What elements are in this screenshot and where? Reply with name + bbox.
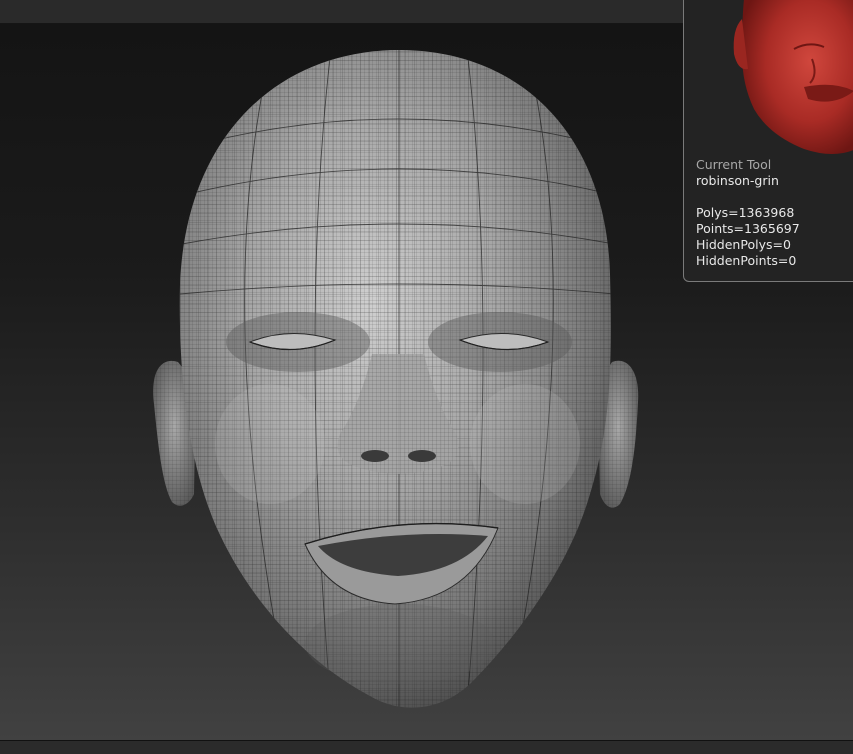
zbrush-canvas-window: Current Tool robinson-grin Polys=1363968… <box>0 0 853 754</box>
tool-thumbnail-image[interactable] <box>684 0 853 157</box>
tool-info-panel: Current Tool robinson-grin Polys=1363968… <box>683 0 853 282</box>
polys-count: Polys=1363968 <box>696 205 795 220</box>
points-count: Points=1365697 <box>696 221 800 236</box>
hidden-points-count: HiddenPoints=0 <box>696 253 797 268</box>
current-tool-heading: Current Tool <box>696 157 772 172</box>
tool-name: robinson-grin <box>696 173 779 188</box>
bottom-status-bar <box>0 740 853 754</box>
hidden-polys-count: HiddenPolys=0 <box>696 237 791 252</box>
